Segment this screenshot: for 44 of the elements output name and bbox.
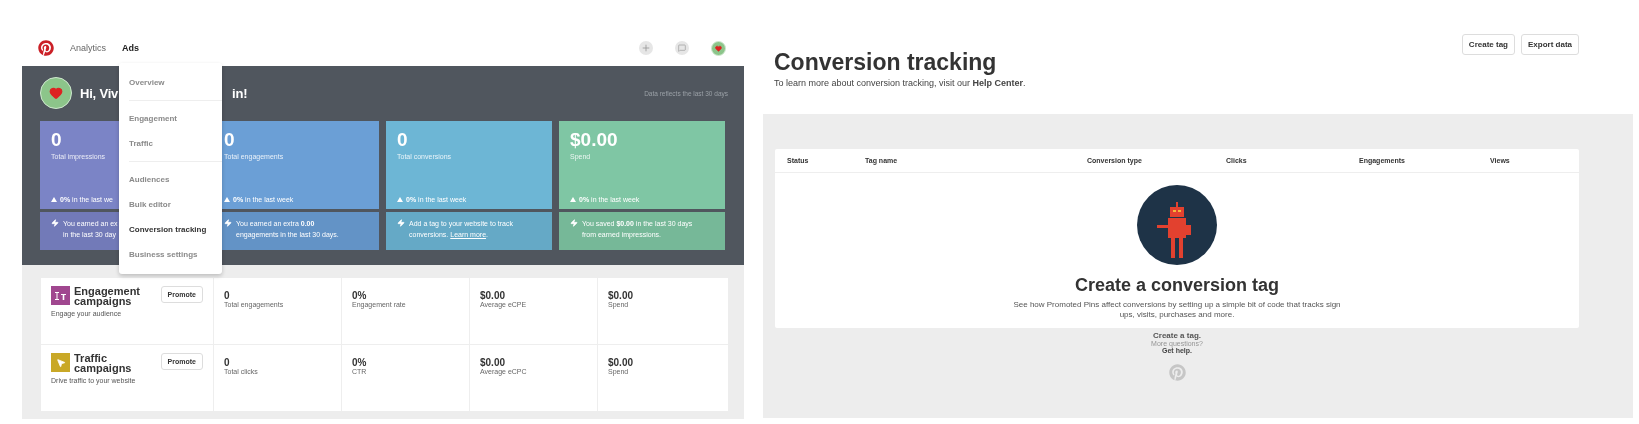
page-title: Conversion tracking: [774, 49, 998, 76]
header-button[interactable]: Create tag: [1461, 34, 1515, 55]
menu-item[interactable]: Bulk editor: [129, 192, 222, 217]
metric-value: 0: [224, 290, 231, 301]
empty-state-title: Create a conversion tag: [1074, 275, 1280, 296]
profile-avatar-icon: [40, 77, 72, 109]
metric-value: $0.00: [608, 290, 635, 301]
metric-value: 0%: [352, 357, 368, 368]
lightning-icon: [397, 219, 405, 227]
nav-link[interactable]: Ads: [122, 43, 140, 53]
page-subtitle: To learn more about conversion tracking, visit our Help Center.: [774, 78, 1026, 88]
nav-link[interactable]: Analytics: [70, 43, 106, 53]
greeting-text: Hi, Viv: [80, 85, 119, 101]
lightning-icon: [51, 219, 59, 227]
up-triangle-icon: [397, 197, 403, 202]
lightning-icon: [570, 219, 578, 227]
avatar-icon[interactable]: [711, 40, 726, 56]
lightning-icon: [224, 219, 232, 227]
menu-item[interactable]: Engagement: [129, 106, 222, 131]
pinterest-logo-icon[interactable]: [38, 40, 54, 56]
stat-value: 0: [51, 129, 62, 151]
metric-value: 0: [224, 357, 231, 368]
menu-item[interactable]: Audiences: [129, 167, 222, 192]
menu-item[interactable]: Business settings: [129, 242, 222, 267]
metric-value: 0%: [352, 290, 368, 301]
menu-item[interactable]: Conversion tracking: [129, 217, 222, 242]
menu-item[interactable]: Traffic: [129, 131, 222, 156]
empty-state-description: See how Promoted Pins affect conversions by setting up a simple bit of code that tracks sign ups, visits, purchases and more.: [1012, 300, 1342, 320]
up-triangle-icon: [224, 197, 230, 202]
metric-value: $0.00: [480, 290, 507, 301]
campaign-title: Engagement campaigns: [74, 286, 141, 306]
pinterest-logo-icon: [1168, 364, 1186, 381]
greeting-text: in!: [232, 85, 248, 101]
stat-value: 0: [224, 129, 235, 151]
header-button[interactable]: Export data: [1521, 34, 1579, 55]
menu-item[interactable]: Overview: [129, 70, 222, 95]
create-tag-link[interactable]: Create a tag.: [1153, 331, 1201, 340]
metric-value: $0.00: [608, 357, 635, 368]
stat-value: 0: [397, 129, 408, 151]
metric-value: $0.00: [480, 357, 507, 368]
up-triangle-icon: [51, 197, 57, 202]
stat-value: $0.00: [570, 129, 618, 151]
up-triangle-icon: [570, 197, 576, 202]
campaign-title: Traffic campaigns: [74, 353, 133, 373]
